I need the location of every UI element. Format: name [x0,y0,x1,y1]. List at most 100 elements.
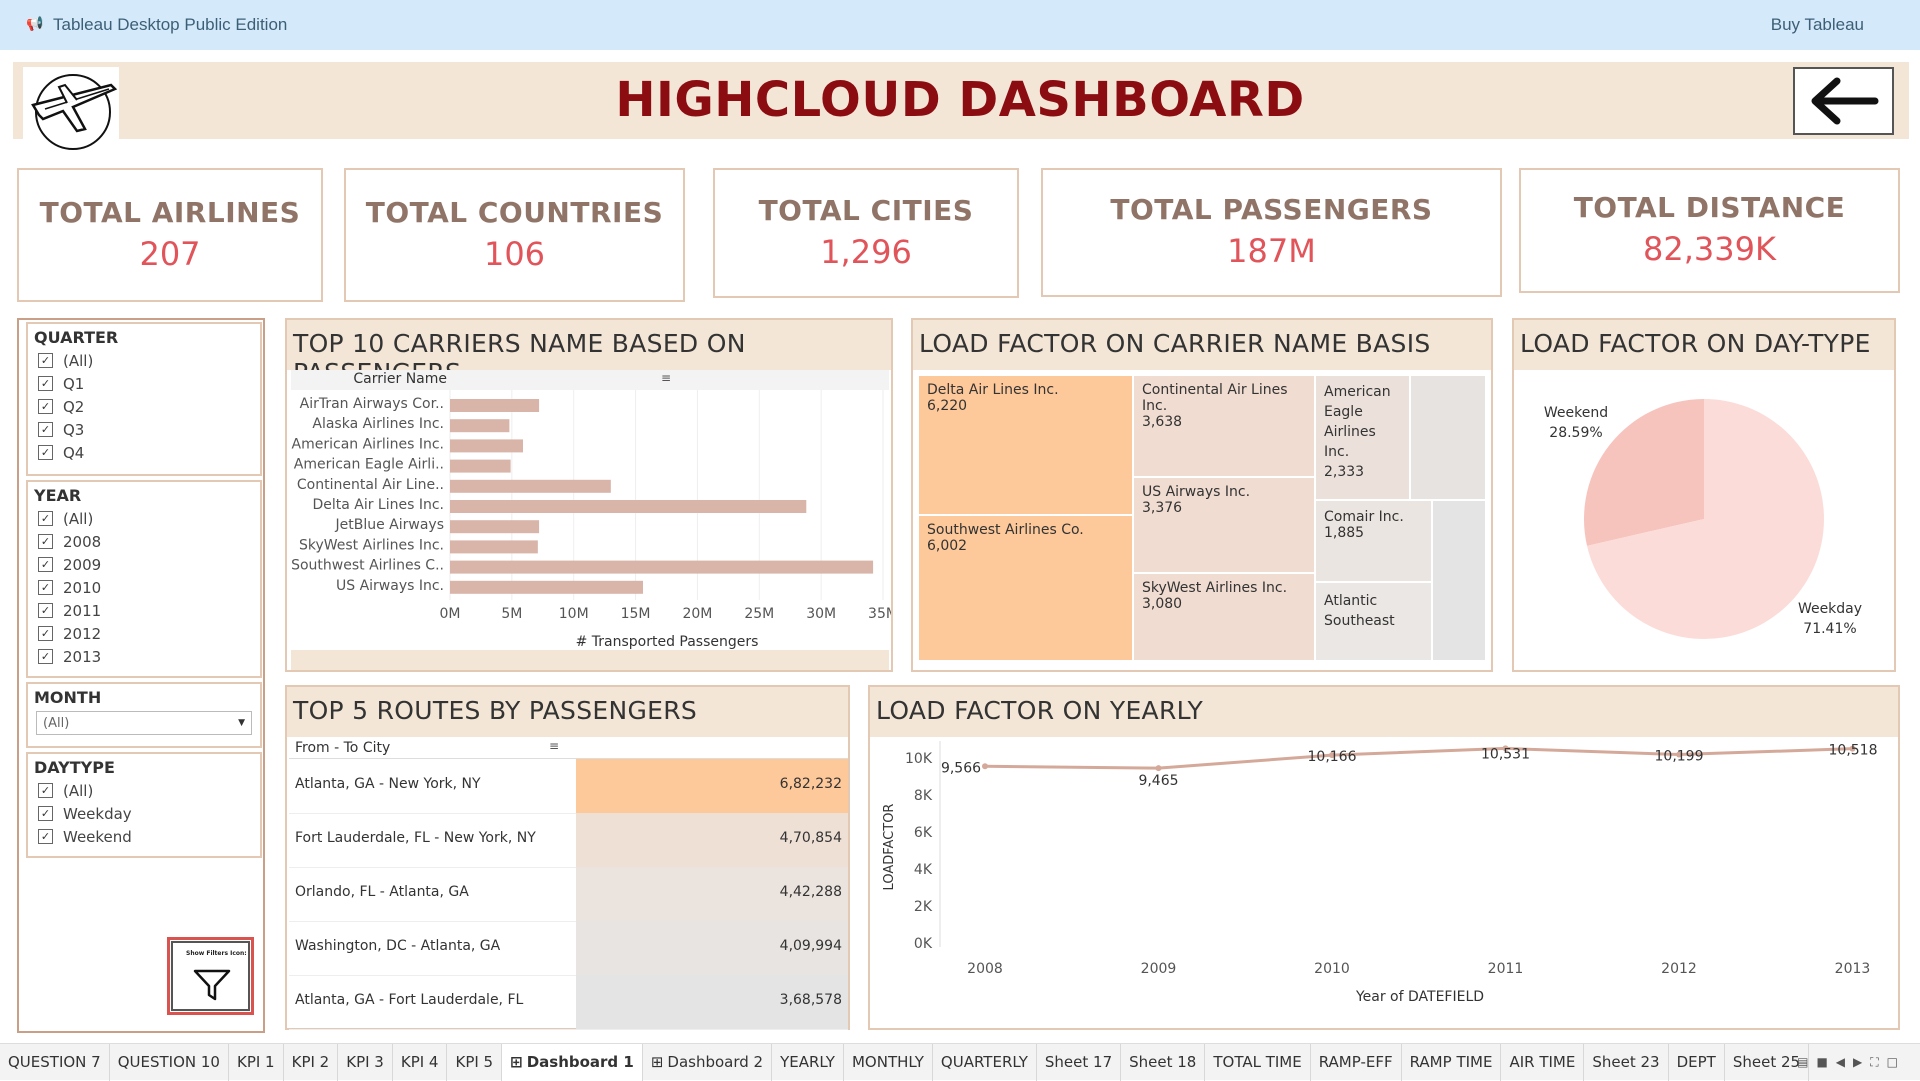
carrier-bar [450,459,511,473]
tab-sheet-17[interactable]: Sheet 17 [1037,1043,1122,1081]
treemap-cell[interactable]: Comair Inc. 1,885 [1315,500,1432,582]
y-axis-title: LOADFACTOR [882,804,897,891]
filter-option[interactable]: ✓ 2012 [38,622,260,645]
yearly-line-chart: 10K 8K 6K 4K 2K 0K LOADFACTOR 9,566 2008 9,465 200… [882,741,1878,1005]
kpi-total-cities: TOTAL CITIES 1,296 [713,168,1019,298]
treemap-cell[interactable]: Delta Air Lines Inc. 6,220 [918,375,1133,515]
checkbox-checked-icon[interactable]: ✓ [38,806,53,821]
filter-option[interactable]: ✓ (All) [38,349,260,372]
routes-table: Atlanta, GA - New York, NY 6,82,232 Fort L… [289,759,848,1030]
filter-option[interactable]: ✓ 2010 [38,576,260,599]
kpi-label: TOTAL AIRLINES [39,196,301,229]
checkbox-checked-icon[interactable]: ✓ [38,626,53,641]
sort-icon[interactable]: ≡ [661,371,671,385]
checkbox-checked-icon[interactable]: ✓ [38,580,53,595]
table-row[interactable]: Orlando, FL - Atlanta, GA 4,42,288 [289,867,848,922]
treemap-cell[interactable]: SkyWest Airlines Inc. 3,080 [1133,573,1315,661]
filter-option[interactable]: ✓ Weekend [38,825,260,848]
x-tick-label: 2009 [1141,961,1177,977]
treemap-cell[interactable]: US Airways Inc. 3,376 [1133,477,1315,573]
filter-option[interactable]: ✓ 2013 [38,645,260,668]
filter-title: QUARTER [34,328,119,347]
tab-dashboard-1[interactable]: ⊞ Dashboard 1 [502,1043,643,1081]
weekend-pct: 28.59% [1549,425,1602,441]
treemap-cell[interactable]: American Eagle Airlines Inc. 2,333 [1315,375,1410,500]
table-row[interactable]: Washington, DC - Atlanta, GA 4,09,994 [289,921,848,976]
checkbox-checked-icon[interactable]: ✓ [38,376,53,391]
treemap-cell[interactable]: Southwest Airlines Co. 6,002 [918,515,1133,661]
filter-option[interactable]: ✓ 2011 [38,599,260,622]
kpi-total-airlines: TOTAL AIRLINES 207 [17,168,323,302]
table-row[interactable]: Atlanta, GA - New York, NY 6,82,232 [289,759,848,814]
filter-option[interactable]: ✓ 2009 [38,553,260,576]
treemap-cell[interactable] [1432,500,1486,661]
column-header: From - To City [295,740,391,756]
treemap-cell[interactable]: Continental Air Lines Inc. 3,638 [1133,375,1315,477]
checkbox-checked-icon[interactable]: ✓ [38,783,53,798]
tab-navigation-icons[interactable]: ▤■◀▶⛶□ [1797,1055,1906,1070]
carrier-label: US Airways Inc. [336,578,444,594]
checkbox-checked-icon[interactable]: ✓ [38,557,53,572]
tab-sheet-18[interactable]: Sheet 18 [1121,1043,1206,1081]
x-tick-label: 10M [559,606,589,622]
tab-ramp-time[interactable]: RAMP TIME [1402,1043,1502,1081]
tab-monthly[interactable]: MONTHLY [844,1043,933,1081]
checkbox-checked-icon[interactable]: ✓ [38,445,53,460]
checkbox-checked-icon[interactable]: ✓ [38,422,53,437]
x-axis-title: # Transported Passengers [576,634,759,650]
checkbox-checked-icon[interactable]: ✓ [38,534,53,549]
filter-option[interactable]: ✓ Q3 [38,418,260,441]
weekday-pct: 71.41% [1803,621,1856,637]
filter-option[interactable]: ✓ Q2 [38,395,260,418]
carrier-label: American Airlines Inc. [292,436,444,452]
tab-ramp-eff[interactable]: RAMP-EFF [1311,1043,1402,1081]
x-tick-label: 15M [621,606,651,622]
filter-option[interactable]: ✓ Q1 [38,372,260,395]
buy-tableau-link[interactable]: Buy Tableau [1771,15,1864,35]
daytype-pie-chart: Weekend 28.59% Weekday 71.41% [1544,399,1862,639]
month-dropdown[interactable]: (All) ▼ [36,711,252,735]
quarter-filter: QUARTER ✓ (All) ✓ Q1 ✓ Q2 ✓ Q3 ✓ Q4 [26,322,262,476]
filter-option[interactable]: ✓ (All) [38,507,260,530]
tab-dept[interactable]: DEPT [1669,1043,1725,1081]
checkbox-checked-icon[interactable]: ✓ [38,649,53,664]
yearly-value-label: 9,566 [941,760,981,776]
checkbox-checked-icon[interactable]: ✓ [38,353,53,368]
daytype-panel: LOAD FACTOR ON DAY-TYPE Weekend 28.59% Wee… [1512,318,1896,672]
tab-total-time[interactable]: TOTAL TIME [1205,1043,1311,1081]
tab-sheet-23[interactable]: Sheet 23 [1584,1043,1669,1081]
checkbox-checked-icon[interactable]: ✓ [38,399,53,414]
sheet-tabs: QUESTION 7 QUESTION 10 KPI 1 KPI 2 KPI 3 KPI … [0,1043,1920,1081]
checkbox-checked-icon[interactable]: ✓ [38,829,53,844]
tab-quarterly[interactable]: QUARTERLY [933,1043,1037,1081]
table-row[interactable]: Atlanta, GA - Fort Lauderdale, FL 3,68,57… [289,975,848,1030]
back-button[interactable] [1793,67,1894,135]
filter-option[interactable]: ✓ (All) [38,779,260,802]
sort-icon[interactable]: ≡ [549,739,559,753]
app-topbar: 📢 Tableau Desktop Public Edition Buy Tab… [0,0,1920,50]
treemap-cell[interactable]: Atlantic Southeast [1315,582,1432,661]
tab-dashboard-2[interactable]: ⊞ Dashboard 2 [643,1043,773,1081]
route-value: 3,68,578 [576,975,848,1029]
tab-question-7[interactable]: QUESTION 7 [0,1043,110,1081]
filter-option[interactable]: ✓ Weekday [38,802,260,825]
tab-kpi-3[interactable]: KPI 3 [338,1043,393,1081]
x-tick-label: 25M [744,606,774,622]
tab-question-10[interactable]: QUESTION 10 [110,1043,229,1081]
treemap-cell[interactable] [1410,375,1486,500]
tab-kpi-2[interactable]: KPI 2 [284,1043,339,1081]
checkbox-checked-icon[interactable]: ✓ [38,511,53,526]
tab-kpi-4[interactable]: KPI 4 [393,1043,448,1081]
filter-option[interactable]: ✓ Q4 [38,441,260,464]
filter-option[interactable]: ✓ 2008 [38,530,260,553]
show-filters-button[interactable]: Show Filters Icon: [167,937,254,1015]
tab-air-time[interactable]: AIR TIME [1501,1043,1585,1081]
daytype-filter: DAYTYPE ✓ (All) ✓ Weekday ✓ Weekend [26,752,262,858]
carrier-bar [450,520,540,534]
checkbox-checked-icon[interactable]: ✓ [38,603,53,618]
carrier-bar [450,399,540,412]
tab-kpi-1[interactable]: KPI 1 [229,1043,284,1081]
tab-kpi-5[interactable]: KPI 5 [447,1043,503,1081]
tab-yearly[interactable]: YEARLY [772,1043,844,1081]
table-row[interactable]: Fort Lauderdale, FL - New York, NY 4,70,8… [289,813,848,868]
